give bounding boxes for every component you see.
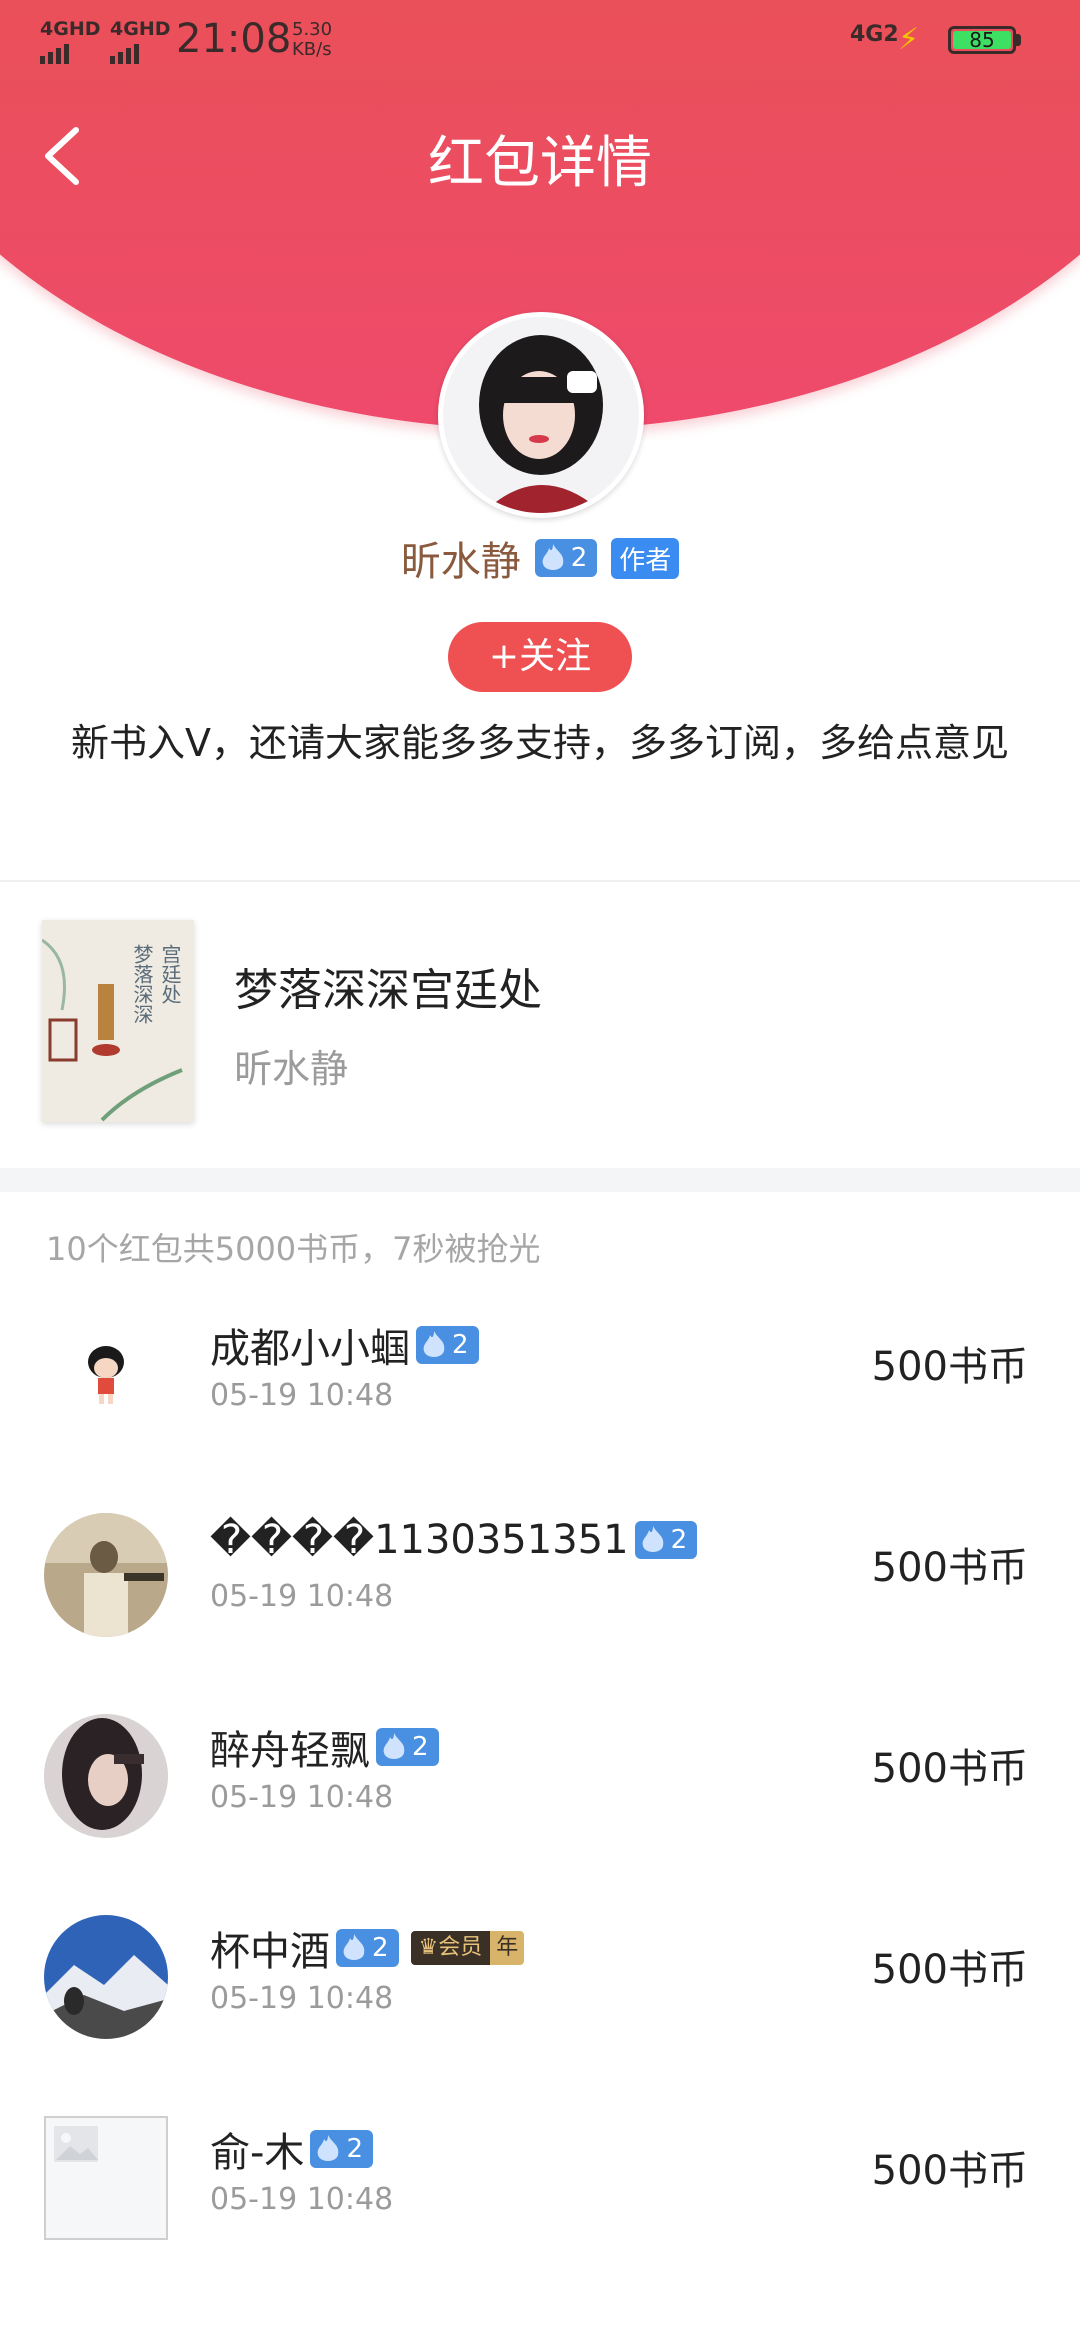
avatar[interactable] [44,1915,168,2039]
avatar-placeholder[interactable] [44,2116,168,2240]
svg-text:梦落深深: 梦落深深 [130,944,154,1024]
grab-time: 05-19 10:48 [210,1780,394,1815]
avatar[interactable] [44,1714,168,1838]
signal-bars-icon [40,42,101,64]
user-name: 成都小小蝈 [210,1326,410,1372]
net-speed-value: 5.30 [292,19,333,40]
fan-level-badge: 2 [634,1521,698,1559]
name-line: 俞-木 2 [210,2120,373,2178]
grab-time: 05-19 10:48 [210,1378,394,1413]
user-name: 醉舟轻飘 [210,1728,370,1774]
flame-icon [383,1733,405,1759]
author-avatar-image [443,317,639,513]
flame-icon [642,1526,663,1552]
name-line: 醉舟轻飘 2 [210,1718,439,1776]
vip-label: 会员 [438,1935,483,1960]
vip-badge-main: ♛会员 [410,1931,491,1965]
author-tag: 作者 [611,537,680,579]
avatar[interactable] [44,1312,168,1436]
avatar-image [44,1714,168,1838]
grabber-list: 成都小小蝈 2 05-19 10:48 500书币 ����1130351351… [0,1290,1080,2295]
grab-time: 05-19 10:48 [210,1981,394,2016]
image-placeholder-icon [54,2126,98,2162]
name-line: ����1130351351 2 [210,1517,698,1563]
grab-time: 05-19 10:48 [210,1579,394,1614]
signal-1-label: 4GHD [40,18,101,40]
grab-amount: 500书币 [871,1746,1028,1792]
page-title: 红包详情 [428,131,652,196]
flame-icon [318,2135,339,2161]
net-speed-unit: KB/s [292,39,332,60]
fan-level-badge: 2 [376,1728,439,1766]
battery-level: 85 [969,28,995,52]
fan-level-number: 2 [412,1732,429,1762]
avatar-image [44,1513,168,1637]
status-bar: 4GHD 4GHD 21:08 5.30 KB/s 4G2 ⚡ 85 [0,0,1080,84]
flame-icon [423,1331,445,1357]
grab-amount: 500书币 [871,2148,1028,2194]
fan-level-number: 2 [372,1933,389,1963]
grab-time: 05-19 10:48 [210,2182,394,2217]
book-author: 昕水静 [234,1047,349,1091]
fan-level-number: 2 [670,1525,688,1555]
user-name: ����1130351351 [210,1517,629,1563]
vip-badge: ♛会员 年 [410,1931,525,1965]
avatar-image [44,1312,168,1436]
clock: 21:08 [176,16,292,62]
fan-level-number: 2 [452,1330,469,1360]
svg-text:宫廷处: 宫廷处 [158,944,182,1004]
signal-2: 4GHD [110,18,171,64]
list-item[interactable]: ����1130351351 2 05-19 10:48 500书币 [0,1491,1080,1692]
flame-icon [542,544,564,570]
author-info-row: 昕水静 2 作者 [0,528,1080,588]
follow-button[interactable]: +关注 [448,622,632,692]
fan-level-number: 2 [346,2134,363,2164]
fan-level-badge: 2 [310,2130,373,2168]
name-line: 成都小小蝈 2 [210,1316,479,1374]
signal-2-label: 4GHD [110,18,171,40]
section-gap [0,1168,1080,1192]
list-item[interactable]: 醉舟轻飘 2 05-19 10:48 500书币 [0,1692,1080,1893]
fan-level-number: 2 [570,543,588,573]
red-packet-summary: 10个红包共5000书币，7秒被抢光 [46,1230,541,1268]
book-cover-image: 宫廷处 梦落深深 [41,920,194,1122]
flame-icon [343,1934,365,1960]
charging-icon: ⚡ [898,22,920,57]
user-name: 俞-木 [210,2130,305,2176]
vip-year-label: 年 [490,1931,525,1965]
fan-level-badge: 2 [534,539,598,577]
author-message: 新书入V，还请大家能多多支持，多多订阅，多给点意见 [71,721,1009,765]
book-card[interactable]: 宫廷处 梦落深深 梦落深深宫廷处 昕水静 [0,882,1080,1168]
book-title: 梦落深深宫廷处 [234,965,542,1016]
fan-level-badge: 2 [416,1326,479,1364]
grab-amount: 500书币 [871,1344,1028,1390]
list-item[interactable]: 俞-木 2 05-19 10:48 500书币 [0,2094,1080,2295]
avatar-image [44,1915,168,2039]
author-avatar[interactable] [438,312,644,518]
book-cover[interactable]: 宫廷处 梦落深深 [41,920,194,1122]
grab-amount: 500书币 [871,1545,1028,1591]
crown-icon: ♛ [418,1935,439,1960]
signal-bars-icon [110,42,171,64]
grab-amount: 500书币 [871,1947,1028,1993]
author-name[interactable]: 昕水静 [401,529,521,587]
user-name: 杯中酒 [210,1929,330,1975]
fan-level-badge: 2 [336,1929,399,1967]
list-item[interactable]: 成都小小蝈 2 05-19 10:48 500书币 [0,1290,1080,1491]
net-speed: 5.30 KB/s [292,20,332,60]
battery-icon: 85 [948,26,1016,54]
name-line: 杯中酒 2 ♛会员 年 [210,1919,525,1977]
avatar[interactable] [44,1513,168,1637]
battery-cap [1016,34,1021,46]
signal-1: 4GHD [40,18,101,64]
network-type: 4G2 [850,22,899,47]
list-item[interactable]: 杯中酒 2 ♛会员 年 05-19 10:48 500书币 [0,1893,1080,2094]
